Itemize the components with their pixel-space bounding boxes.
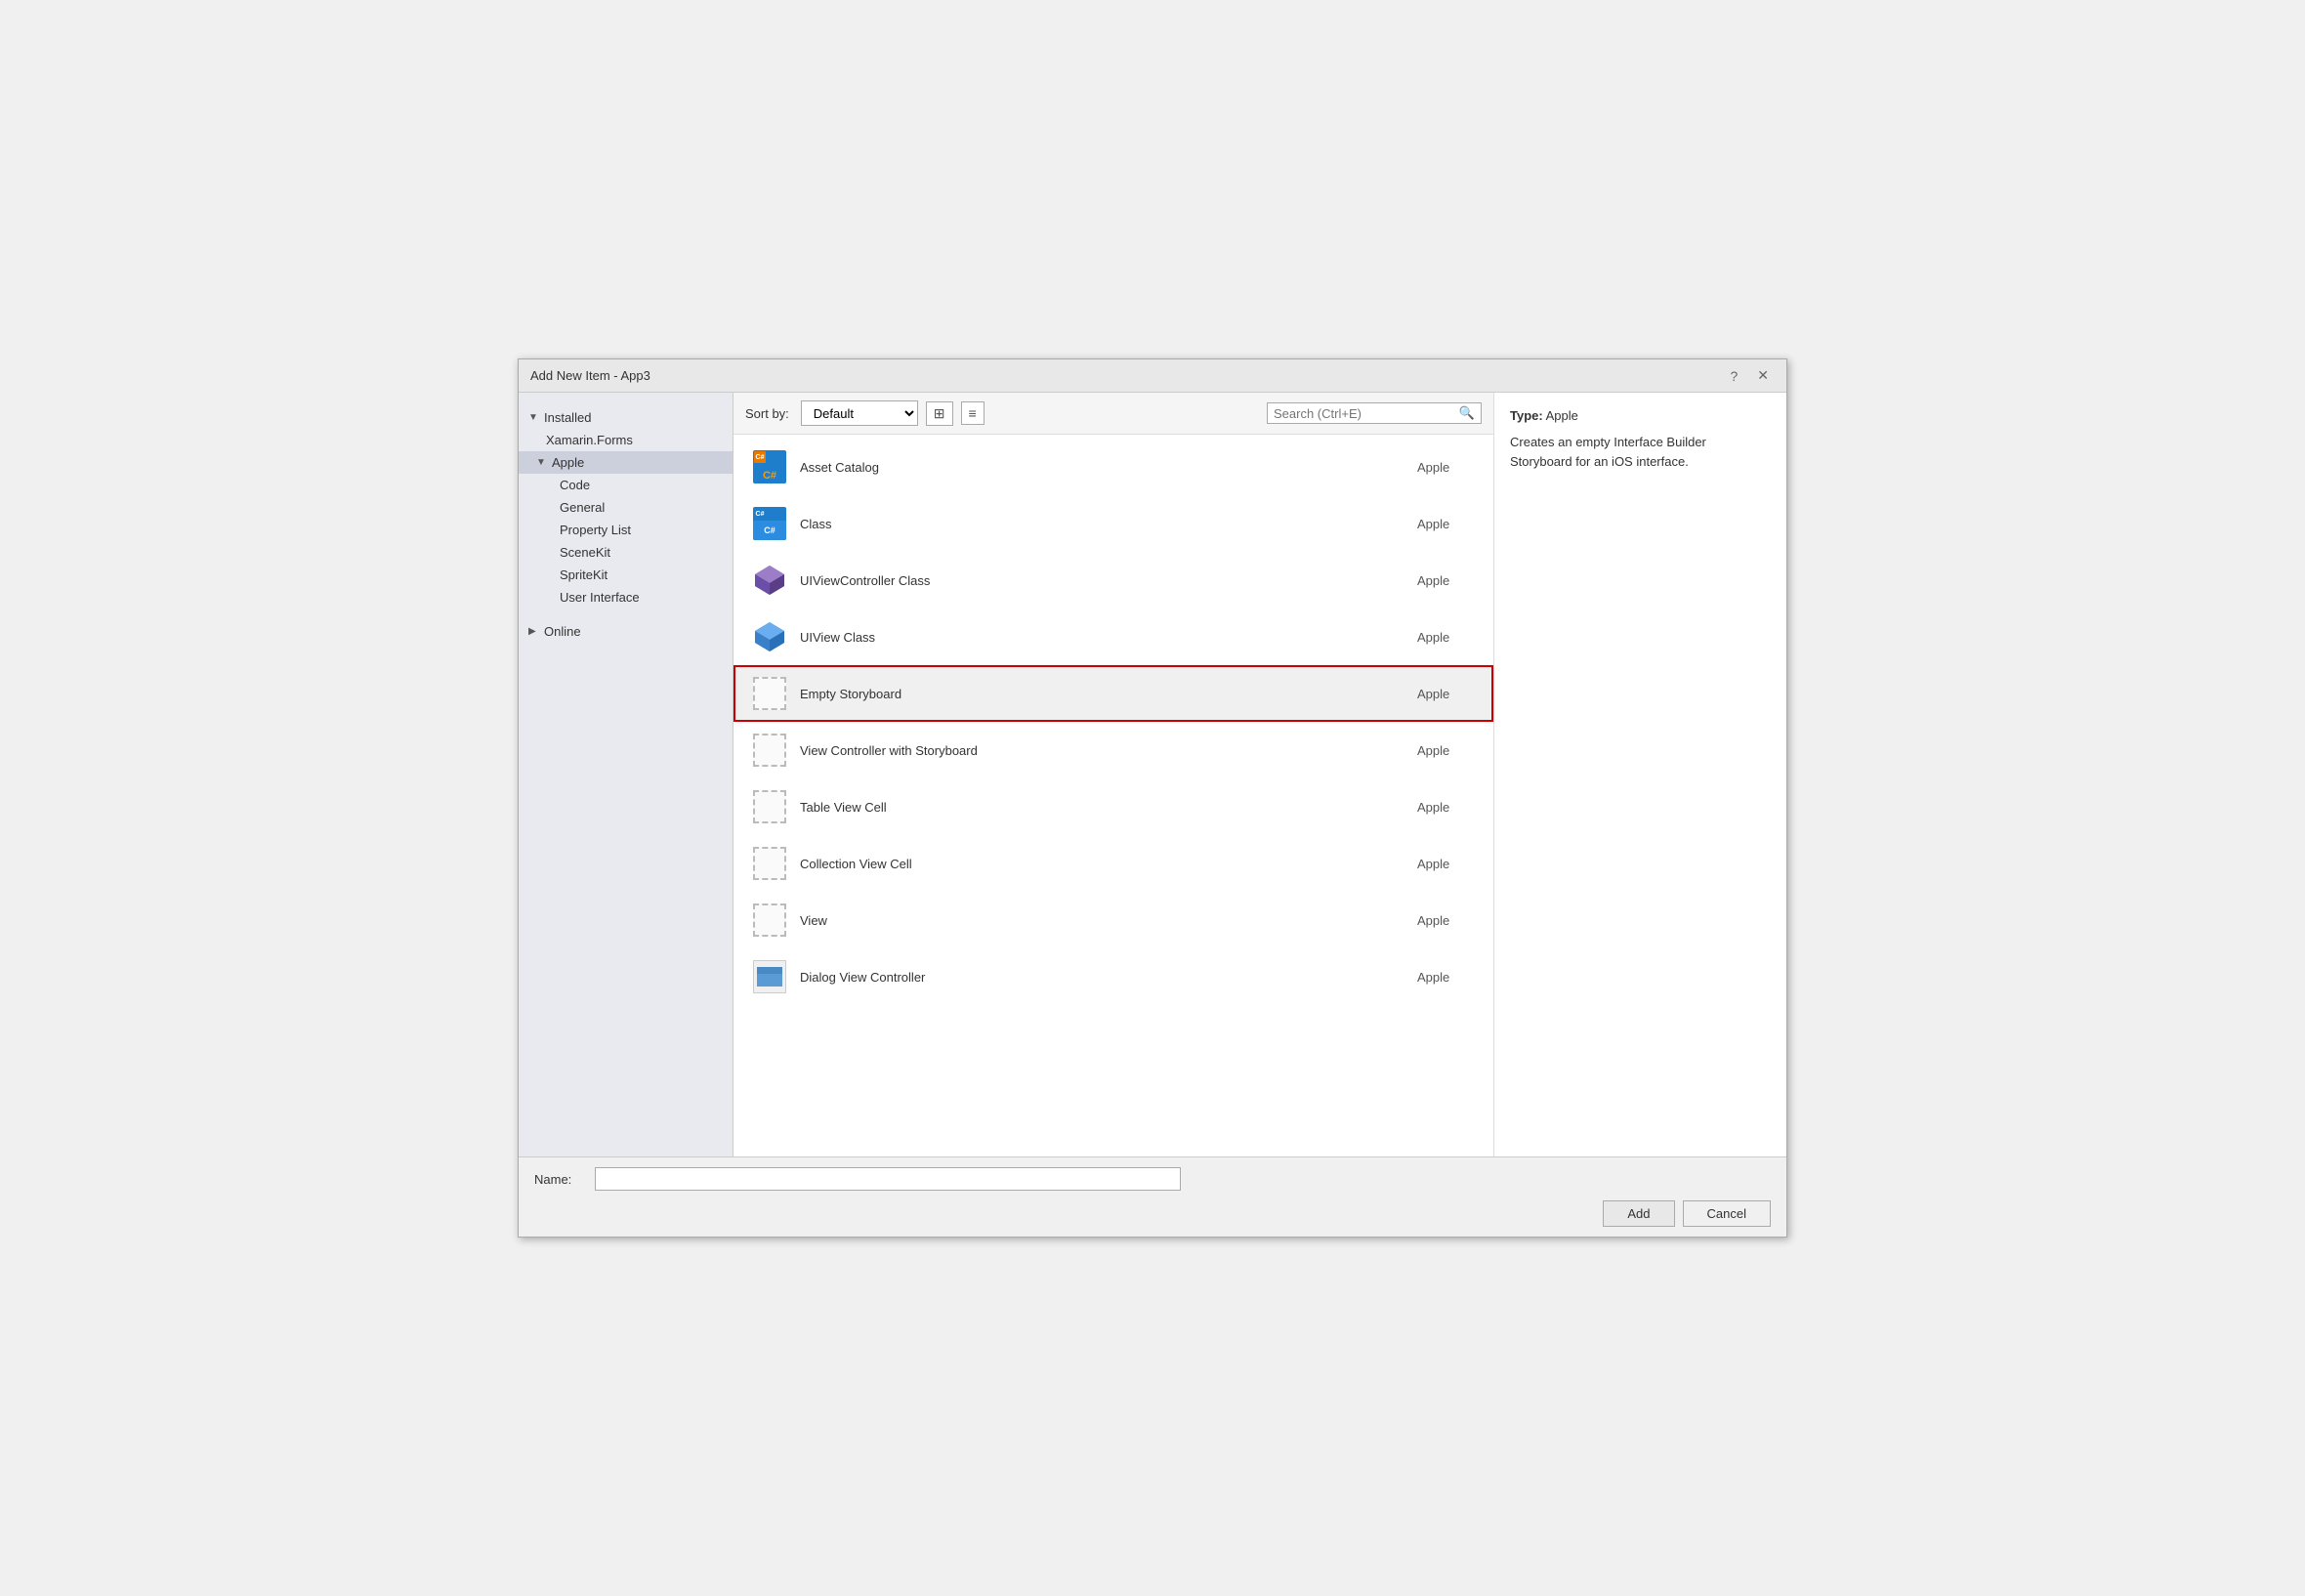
class-category: Apple	[1417, 517, 1476, 531]
grid-icon: ⊞	[934, 405, 945, 421]
sort-label: Sort by:	[745, 406, 789, 421]
sidebar-item-general[interactable]: General	[519, 496, 733, 519]
name-input[interactable]	[595, 1167, 1181, 1191]
list-view-button[interactable]: ≡	[961, 401, 985, 425]
empty-storyboard-name: Empty Storyboard	[800, 687, 1417, 701]
uiviewcontroller-category: Apple	[1417, 573, 1476, 588]
apple-arrow: ▼	[536, 457, 550, 468]
list-item-table-view-cell[interactable]: Table View Cell Apple	[733, 778, 1493, 835]
view-category: Apple	[1417, 913, 1476, 928]
list-item-collection-view-cell[interactable]: Collection View Cell Apple	[733, 835, 1493, 892]
sidebar-item-spritekit[interactable]: SpriteKit	[519, 564, 733, 586]
grid-view-button[interactable]: ⊞	[926, 401, 953, 426]
table-view-cell-category: Apple	[1417, 800, 1476, 815]
table-view-cell-name: Table View Cell	[800, 800, 1417, 815]
class-name: Class	[800, 517, 1417, 531]
online-arrow: ▶	[528, 626, 542, 637]
view-controller-storyboard-name: View Controller with Storyboard	[800, 743, 1417, 758]
xamarin-forms-label: Xamarin.Forms	[546, 433, 633, 447]
empty-storyboard-category: Apple	[1417, 687, 1476, 701]
user-interface-label: User Interface	[560, 590, 640, 605]
search-input[interactable]	[1274, 406, 1455, 421]
sort-select[interactable]: Default Name Category	[801, 400, 918, 426]
list-item-asset-catalog[interactable]: C# C# Asset Catalog Apple	[733, 439, 1493, 495]
table-view-cell-icon	[751, 788, 788, 825]
description-panel: Type: Apple Creates an empty Interface B…	[1493, 393, 1786, 1156]
sidebar-item-xamarin-forms[interactable]: Xamarin.Forms	[519, 429, 733, 451]
asset-catalog-icon: C# C#	[751, 448, 788, 485]
list-item-empty-storyboard[interactable]: Empty Storyboard Apple	[733, 665, 1493, 722]
list-item-uiview[interactable]: UIView Class Apple	[733, 609, 1493, 665]
list-item-view-controller-storyboard[interactable]: View Controller with Storyboard Apple	[733, 722, 1493, 778]
scenekit-label: SceneKit	[560, 545, 610, 560]
asset-catalog-name: Asset Catalog	[800, 460, 1417, 475]
search-box[interactable]: 🔍	[1267, 402, 1482, 424]
installed-arrow: ▼	[528, 412, 542, 423]
sidebar-item-scenekit[interactable]: SceneKit	[519, 541, 733, 564]
add-button[interactable]: Add	[1603, 1200, 1674, 1227]
apple-label: Apple	[552, 455, 584, 470]
uiview-icon	[751, 618, 788, 655]
name-label: Name:	[534, 1172, 583, 1187]
list-item-uiviewcontroller[interactable]: UIViewController Class Apple	[733, 552, 1493, 609]
online-section: ▶ Online	[519, 620, 733, 643]
toolbar: Sort by: Default Name Category ⊞ ≡ 🔍	[733, 393, 1493, 435]
dialog-view-controller-name: Dialog View Controller	[800, 970, 1417, 985]
cancel-button[interactable]: Cancel	[1683, 1200, 1771, 1227]
class-icon: C# C# C#	[751, 505, 788, 542]
spritekit-label: SpriteKit	[560, 567, 608, 582]
dialog-view-controller-icon	[751, 958, 788, 995]
description-text: Creates an empty Interface Builder Story…	[1510, 433, 1771, 471]
title-bar-buttons: ? ✕	[1724, 365, 1775, 386]
main-area: ▼ Installed Xamarin.Forms ▼ Apple Code G…	[519, 393, 1786, 1156]
collection-view-cell-icon	[751, 845, 788, 882]
help-button[interactable]: ?	[1724, 365, 1743, 386]
online-label: Online	[544, 624, 581, 639]
uiview-category: Apple	[1417, 630, 1476, 645]
empty-storyboard-icon	[751, 675, 788, 712]
list-item-view[interactable]: View Apple	[733, 892, 1493, 948]
general-label: General	[560, 500, 605, 515]
content-area: Sort by: Default Name Category ⊞ ≡ 🔍	[733, 393, 1493, 1156]
view-controller-storyboard-icon	[751, 732, 788, 769]
name-row: Name:	[534, 1167, 1771, 1191]
view-icon	[751, 902, 788, 939]
view-controller-storyboard-category: Apple	[1417, 743, 1476, 758]
type-label: Type:	[1510, 408, 1543, 423]
uiviewcontroller-name: UIViewController Class	[800, 573, 1417, 588]
sidebar-item-property-list[interactable]: Property List	[519, 519, 733, 541]
view-name: View	[800, 913, 1417, 928]
collection-view-cell-name: Collection View Cell	[800, 857, 1417, 871]
sidebar-item-installed[interactable]: ▼ Installed	[519, 406, 733, 429]
search-icon: 🔍	[1459, 405, 1475, 421]
bottom-bar: Name: Add Cancel	[519, 1156, 1786, 1237]
description-type: Type: Apple	[1510, 408, 1771, 423]
list-icon: ≡	[969, 405, 977, 421]
close-button[interactable]: ✕	[1751, 365, 1775, 386]
title-bar: Add New Item - App3 ? ✕	[519, 359, 1786, 393]
dialog-view-controller-category: Apple	[1417, 970, 1476, 985]
installed-section: ▼ Installed Xamarin.Forms ▼ Apple Code G…	[519, 402, 733, 612]
asset-catalog-category: Apple	[1417, 460, 1476, 475]
uiviewcontroller-icon	[751, 562, 788, 599]
collection-view-cell-category: Apple	[1417, 857, 1476, 871]
add-new-item-dialog: Add New Item - App3 ? ✕ ▼ Installed Xama…	[518, 358, 1787, 1238]
type-value: Apple	[1546, 408, 1578, 423]
dialog-title: Add New Item - App3	[530, 368, 650, 383]
items-list: C# C# Asset Catalog Apple	[733, 435, 1493, 1156]
list-item-class[interactable]: C# C# C# Class Apple	[733, 495, 1493, 552]
sidebar-item-online[interactable]: ▶ Online	[519, 620, 733, 643]
sidebar-item-apple[interactable]: ▼ Apple	[519, 451, 733, 474]
button-row: Add Cancel	[534, 1200, 1771, 1227]
code-label: Code	[560, 478, 590, 492]
installed-label: Installed	[544, 410, 591, 425]
sidebar-item-code[interactable]: Code	[519, 474, 733, 496]
list-item-dialog-view-controller[interactable]: Dialog View Controller Apple	[733, 948, 1493, 1005]
uiview-name: UIView Class	[800, 630, 1417, 645]
sidebar: ▼ Installed Xamarin.Forms ▼ Apple Code G…	[519, 393, 733, 1156]
sidebar-item-user-interface[interactable]: User Interface	[519, 586, 733, 609]
property-list-label: Property List	[560, 523, 631, 537]
